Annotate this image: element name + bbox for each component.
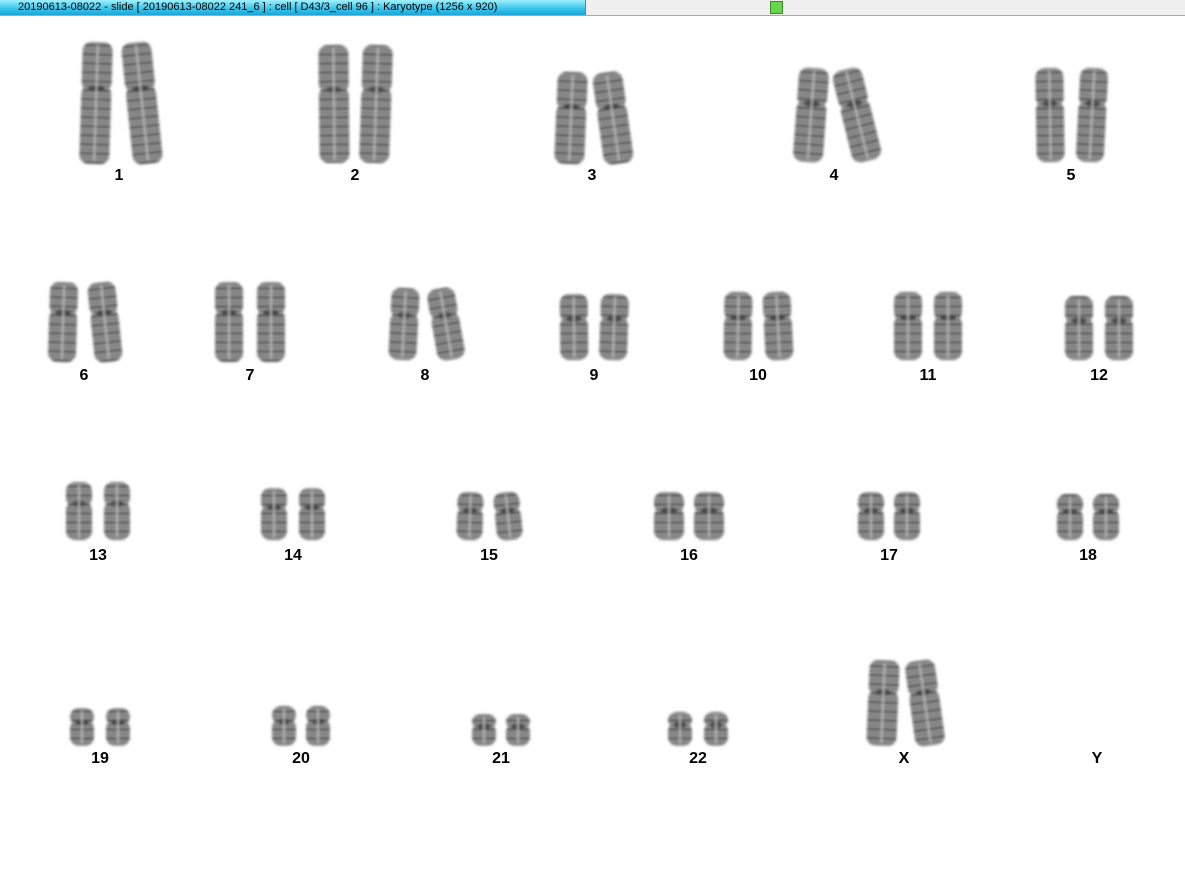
chromosome-12-b	[1105, 296, 1133, 360]
chromosome-13-b	[104, 482, 130, 540]
chromosome-17-b	[894, 492, 920, 540]
chromosome-label-20: 20	[292, 750, 310, 767]
chromosome-14-b	[299, 488, 325, 540]
chromosome-11-a	[894, 292, 922, 360]
chromosome-label-1: 1	[114, 167, 124, 184]
chromosome-13-a	[66, 482, 92, 540]
chromosome-3-a	[554, 71, 588, 165]
chromosome-21-a	[472, 714, 496, 746]
chromosome-18-b	[1093, 494, 1119, 540]
chromosome-label-7: 7	[245, 367, 255, 384]
chromosome-label-X: X	[898, 750, 910, 767]
chromosome-20-a	[272, 706, 296, 746]
chromosome-label-12: 12	[1090, 367, 1108, 384]
window-title: 20190613-08022 - slide [ 20190613-08022 …	[18, 1, 498, 13]
chromosome-X-a	[866, 659, 900, 747]
karyotype-canvas: 1 2 3 4 5 6 7 8 9 10 11 12 13 14 15 16 17 18 19 20 21 22 X Y	[0, 17, 1185, 870]
chromosome-4-b	[832, 67, 882, 163]
chromosome-9-a	[559, 293, 589, 361]
chromosome-22-a	[668, 712, 692, 746]
chromosome-2-b	[359, 44, 393, 164]
chromosome-label-14: 14	[284, 547, 302, 564]
chromosome-18-a	[1057, 494, 1083, 540]
chromosome-6-a	[48, 281, 78, 363]
chromosome-label-15: 15	[480, 547, 498, 564]
chromosome-3-b	[592, 71, 634, 165]
chromosome-7-a	[215, 282, 243, 362]
chromosome-1-b	[121, 41, 163, 165]
chromosome-label-9: 9	[589, 367, 599, 384]
chromosome-5-a	[1035, 67, 1065, 163]
chromosome-6-b	[87, 281, 123, 363]
chromosome-2-a	[318, 44, 350, 164]
chromosome-label-16: 16	[680, 547, 698, 564]
chromosome-10-a	[723, 291, 753, 361]
chromosome-8-b	[427, 287, 465, 361]
chromosome-5-b	[1076, 67, 1108, 163]
chromosome-11-b	[934, 292, 962, 360]
active-tab[interactable]: 20190613-08022 - slide [ 20190613-08022 …	[0, 0, 586, 15]
chromosome-19-a	[70, 708, 94, 746]
chromosome-label-2: 2	[350, 167, 360, 184]
chromosome-label-17: 17	[880, 547, 898, 564]
chromosome-8-a	[388, 287, 420, 361]
chromosome-21-b	[506, 714, 530, 746]
karyotype-image	[48, 41, 1133, 747]
chromosome-19-b	[106, 708, 130, 746]
chromosome-1-a	[79, 41, 113, 165]
chromosome-9-b	[599, 293, 629, 361]
window-title-bar[interactable]: 20190613-08022 - slide [ 20190613-08022 …	[0, 0, 1185, 16]
chromosome-12-a	[1065, 296, 1093, 360]
chromosome-X-b	[905, 659, 945, 747]
chromosome-label-6: 6	[79, 367, 89, 384]
chromosome-label-13: 13	[89, 547, 107, 564]
chromosome-label-4: 4	[829, 167, 839, 184]
chromosome-16-b	[694, 492, 724, 540]
chromosome-15-b	[493, 491, 523, 541]
chromosome-20-b	[306, 706, 330, 746]
chromosome-7-b	[257, 282, 285, 362]
chromosome-label-19: 19	[91, 750, 109, 767]
chromosome-label-5: 5	[1066, 167, 1076, 184]
chromosome-14-a	[261, 488, 287, 540]
chromosome-15-a	[456, 491, 484, 541]
status-indicator-icon	[770, 1, 783, 14]
chromosome-label-22: 22	[689, 750, 707, 767]
chromosome-label-10: 10	[749, 367, 767, 384]
chromosome-label-21: 21	[492, 750, 510, 767]
chromosome-label-Y: Y	[1091, 750, 1103, 767]
chromosome-16-a	[654, 492, 684, 540]
chromosome-17-a	[858, 492, 884, 540]
chromosome-label-18: 18	[1079, 547, 1097, 564]
chromosome-4-a	[793, 67, 829, 163]
chromosome-label-3: 3	[587, 167, 597, 184]
chromosome-label-8: 8	[420, 367, 430, 384]
chromosome-22-b	[704, 712, 728, 746]
chromosome-10-b	[762, 291, 794, 361]
chromosome-label-11: 11	[919, 367, 937, 384]
